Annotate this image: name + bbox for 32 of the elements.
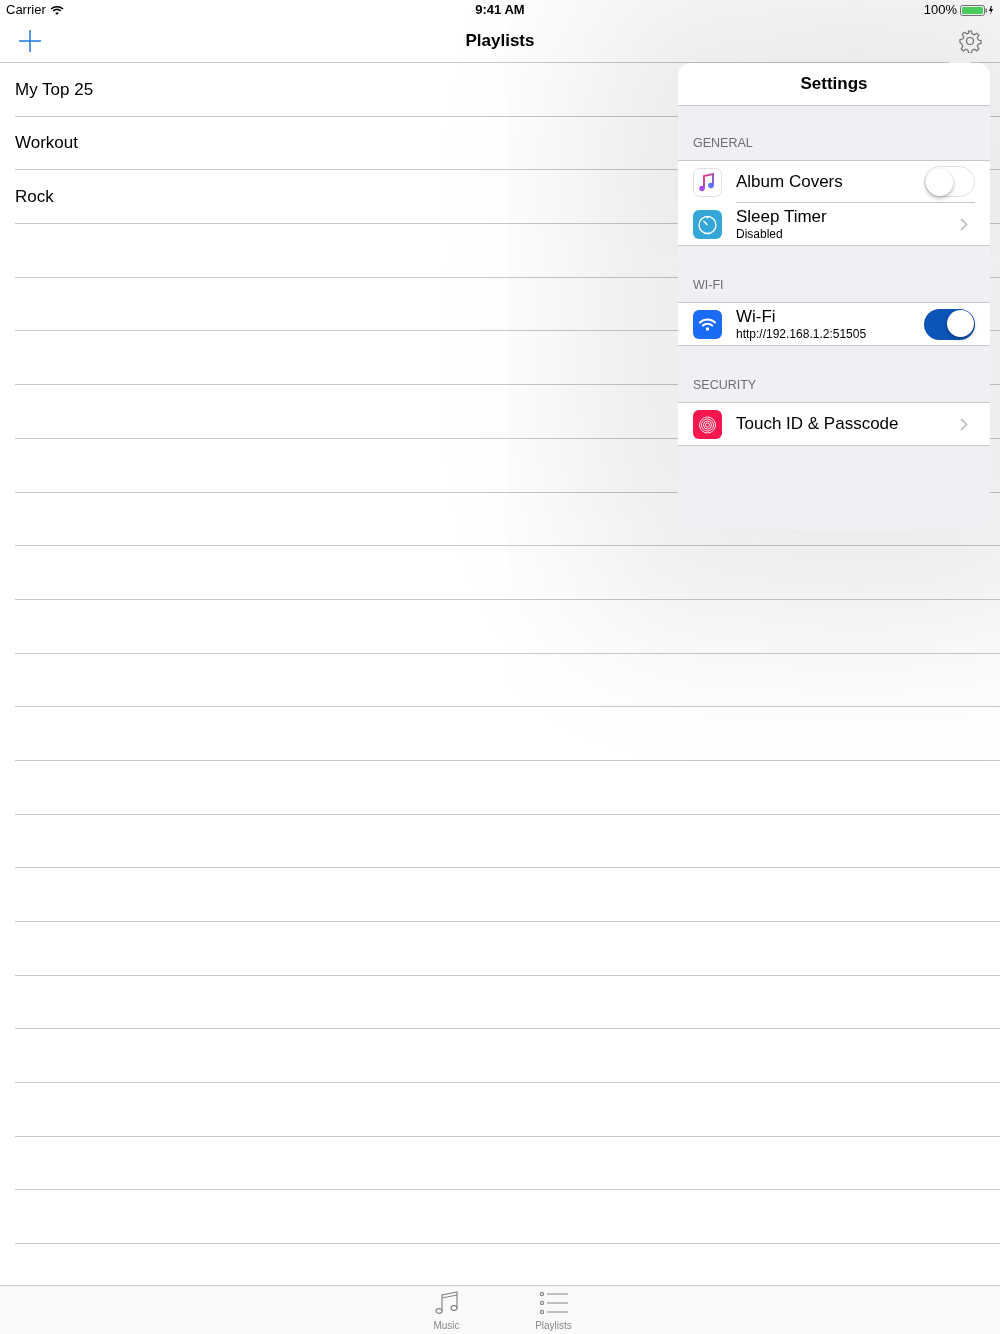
battery-percent: 100% bbox=[923, 1, 957, 20]
music-note-icon bbox=[693, 167, 722, 197]
tab-item[interactable]: Playlists bbox=[525, 1286, 582, 1334]
playlist-item[interactable]: Workout bbox=[15, 130, 78, 156]
nav-title: Playlists bbox=[465, 30, 535, 53]
setting-label[interactable]: Wi-Fi bbox=[736, 305, 867, 328]
section-header: GENERAL bbox=[693, 135, 753, 153]
tab-item[interactable]: Music bbox=[418, 1286, 475, 1334]
carrier-label: Carrier bbox=[6, 1, 46, 20]
setting-label[interactable]: Album Covers bbox=[736, 170, 843, 193]
setting-detail: http://192.168.1.2:51505 bbox=[736, 327, 867, 343]
playlist-item[interactable]: Rock bbox=[15, 183, 54, 210]
setting-label[interactable]: Sleep Timer bbox=[736, 205, 827, 228]
status-time: 9:41 AM bbox=[475, 1, 525, 20]
wifi-signal-icon bbox=[49, 5, 64, 15]
timer-icon bbox=[693, 209, 722, 239]
playlist-item[interactable]: My Top 25 bbox=[15, 76, 94, 103]
toggle-switch[interactable] bbox=[924, 308, 975, 340]
toggle-switch[interactable] bbox=[924, 166, 975, 197]
chevron-right-icon bbox=[960, 217, 968, 231]
fingerprint-icon bbox=[693, 409, 722, 439]
wifi-icon bbox=[693, 309, 722, 339]
setting-detail: Disabled bbox=[736, 227, 784, 243]
music-note-icon bbox=[432, 1289, 461, 1317]
popover-title: Settings bbox=[800, 73, 868, 96]
battery-icon bbox=[960, 4, 994, 16]
add-icon[interactable] bbox=[18, 29, 42, 53]
section-header: WI-FI bbox=[693, 277, 724, 295]
list-icon bbox=[538, 1289, 569, 1317]
settings-icon[interactable] bbox=[958, 29, 982, 53]
chevron-right-icon bbox=[960, 417, 968, 431]
section-header: SECURITY bbox=[693, 377, 757, 395]
